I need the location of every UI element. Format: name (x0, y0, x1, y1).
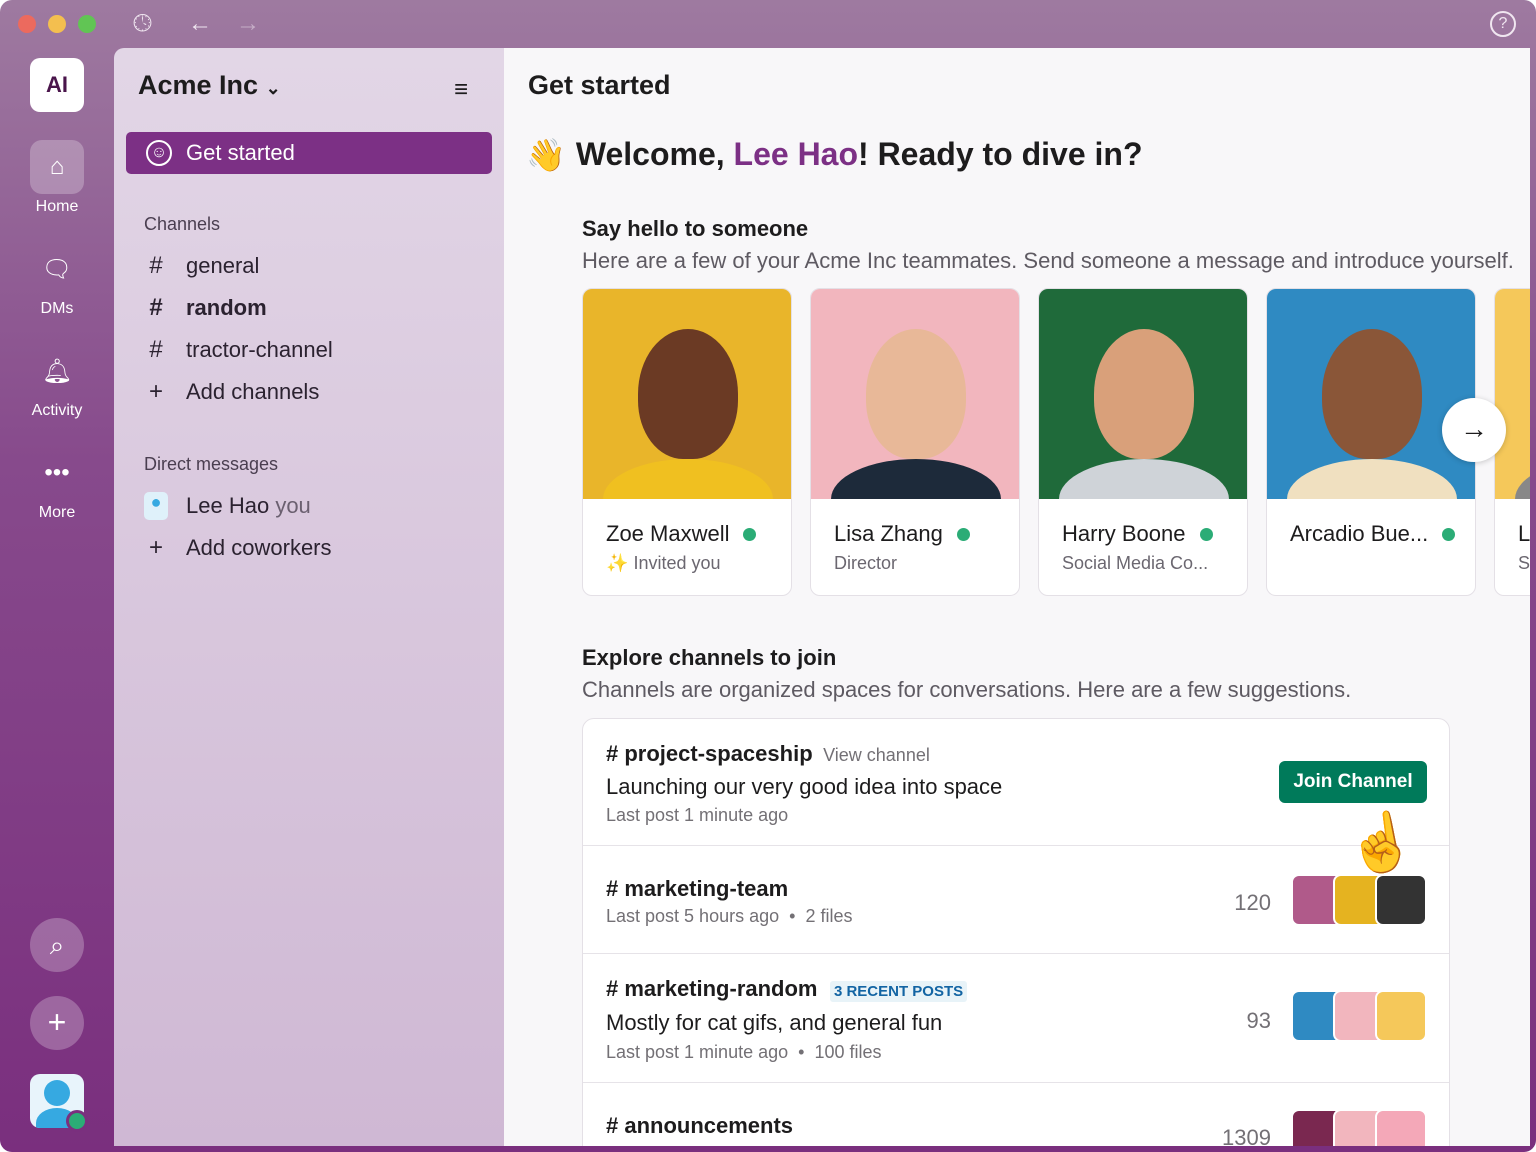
person-card[interactable]: Zoe Maxwell ✨ Invited you (582, 288, 792, 596)
sidebar-item-get-started[interactable]: ☺ Get started (126, 132, 492, 174)
sparkle-icon: ✨ (606, 553, 629, 573)
smiley-icon: ☺ (146, 140, 172, 166)
rail-activity[interactable]: 🔔︎ Activity (0, 344, 114, 420)
join-channel-button[interactable]: Join Channel (1279, 761, 1427, 803)
hello-heading: Say hello to someone (582, 216, 809, 241)
dm-header[interactable]: Direct messages (144, 454, 278, 475)
search-icon[interactable]: ⌕ (30, 918, 84, 972)
channel-row[interactable]: # marketing-random 3 RECENT POSTS Mostly… (583, 954, 1449, 1083)
welcome-heading: 👋 Welcome, Lee Hao! Ready to dive in? (526, 136, 1143, 173)
hash-icon: # (149, 294, 163, 321)
channel-row[interactable]: # project-spaceship View channel Launchi… (583, 719, 1449, 846)
channel-general[interactable]: # general (144, 252, 259, 280)
person-photo (811, 289, 1019, 499)
filter-icon[interactable]: ≡ (454, 76, 468, 104)
add-icon[interactable]: + (30, 996, 84, 1050)
online-status-dot (956, 527, 970, 541)
channels-header[interactable]: Channels (144, 214, 220, 235)
help-circle-icon[interactable]: ? (1490, 11, 1516, 37)
hand-cursor-icon: ☝ (1340, 804, 1422, 880)
page-title: Get started (528, 70, 671, 100)
channel-random[interactable]: # random (144, 294, 266, 322)
online-status-dot (1199, 527, 1213, 541)
add-channels[interactable]: + Add channels (144, 378, 319, 406)
back-arrow-icon[interactable]: ← (188, 10, 212, 38)
more-icon: ••• (44, 459, 70, 486)
next-arrow-button[interactable]: → (1442, 398, 1506, 462)
user-avatar-icon: ● (144, 492, 168, 520)
explore-description: Channels are organized spaces for conver… (582, 677, 1352, 702)
bell-icon: 🔔︎ (41, 357, 73, 385)
channel-tractor[interactable]: # tractor-channel (144, 336, 332, 364)
member-avatars (1291, 990, 1427, 1042)
channel-row[interactable]: # marketing-team Last post 5 hours ago •… (583, 846, 1449, 954)
person-photo (1039, 289, 1247, 499)
presence-dot (66, 1110, 88, 1132)
workspace-menu[interactable]: Acme Inc ⌄ (138, 70, 281, 101)
dm-lee-hao[interactable]: ● Lee Hao you (144, 492, 311, 520)
sidebar: Acme Inc ⌄ ≡ ☺ Get started Channels # gen… (114, 48, 504, 1146)
person-card[interactable]: Harry Boone Social Media Co... (1038, 288, 1248, 596)
chevron-down-icon: ⌄ (265, 78, 281, 98)
rail-home[interactable]: ⌂ Home (0, 140, 114, 216)
minimize-window-button[interactable] (48, 15, 66, 33)
main-panel: Get started 👋 Welcome, Lee Hao! Ready to… (504, 48, 1530, 1146)
member-avatars (1291, 1109, 1427, 1146)
close-window-button[interactable] (18, 15, 36, 33)
add-coworkers[interactable]: + Add coworkers (144, 534, 332, 562)
person-photo (1495, 289, 1530, 499)
history-icon[interactable]: 🕓︎ (133, 10, 152, 38)
person-photo (583, 289, 791, 499)
waving-hand-icon: 👋 (526, 137, 566, 173)
online-status-dot (743, 527, 757, 541)
zoom-window-button[interactable] (78, 15, 96, 33)
hash-icon: # (149, 252, 163, 279)
plus-icon: + (148, 378, 163, 405)
app-window: 🕓︎ ← → ? AI ⌂ Home 🗨︎ DMs 🔔︎ Activity ••• Mo… (0, 0, 1536, 1152)
dms-icon: 🗨︎ (41, 255, 73, 283)
online-status-dot (1442, 527, 1456, 541)
workspace-avatar[interactable]: AI (30, 58, 84, 112)
plus-icon: + (148, 534, 163, 561)
forward-arrow-icon[interactable]: → (236, 10, 260, 38)
view-channel-link[interactable]: View channel (823, 745, 930, 765)
person-photo (1267, 289, 1475, 499)
rail-dms[interactable]: 🗨︎ DMs (0, 242, 114, 318)
recent-posts-badge: 3 RECENT POSTS (829, 981, 968, 1002)
rail-more[interactable]: ••• More (0, 446, 114, 522)
person-card[interactable]: Lisa Zhang Director (810, 288, 1020, 596)
hash-icon: # (149, 336, 163, 363)
member-avatars (1291, 874, 1427, 926)
channel-list: # project-spaceship View channel Launchi… (582, 718, 1450, 1146)
hello-description: Here are a few of your Acme Inc teammate… (582, 248, 1514, 273)
explore-heading: Explore channels to join (582, 645, 837, 670)
home-icon: ⌂ (30, 140, 84, 194)
channel-row[interactable]: # announcements 1309 (583, 1083, 1449, 1146)
